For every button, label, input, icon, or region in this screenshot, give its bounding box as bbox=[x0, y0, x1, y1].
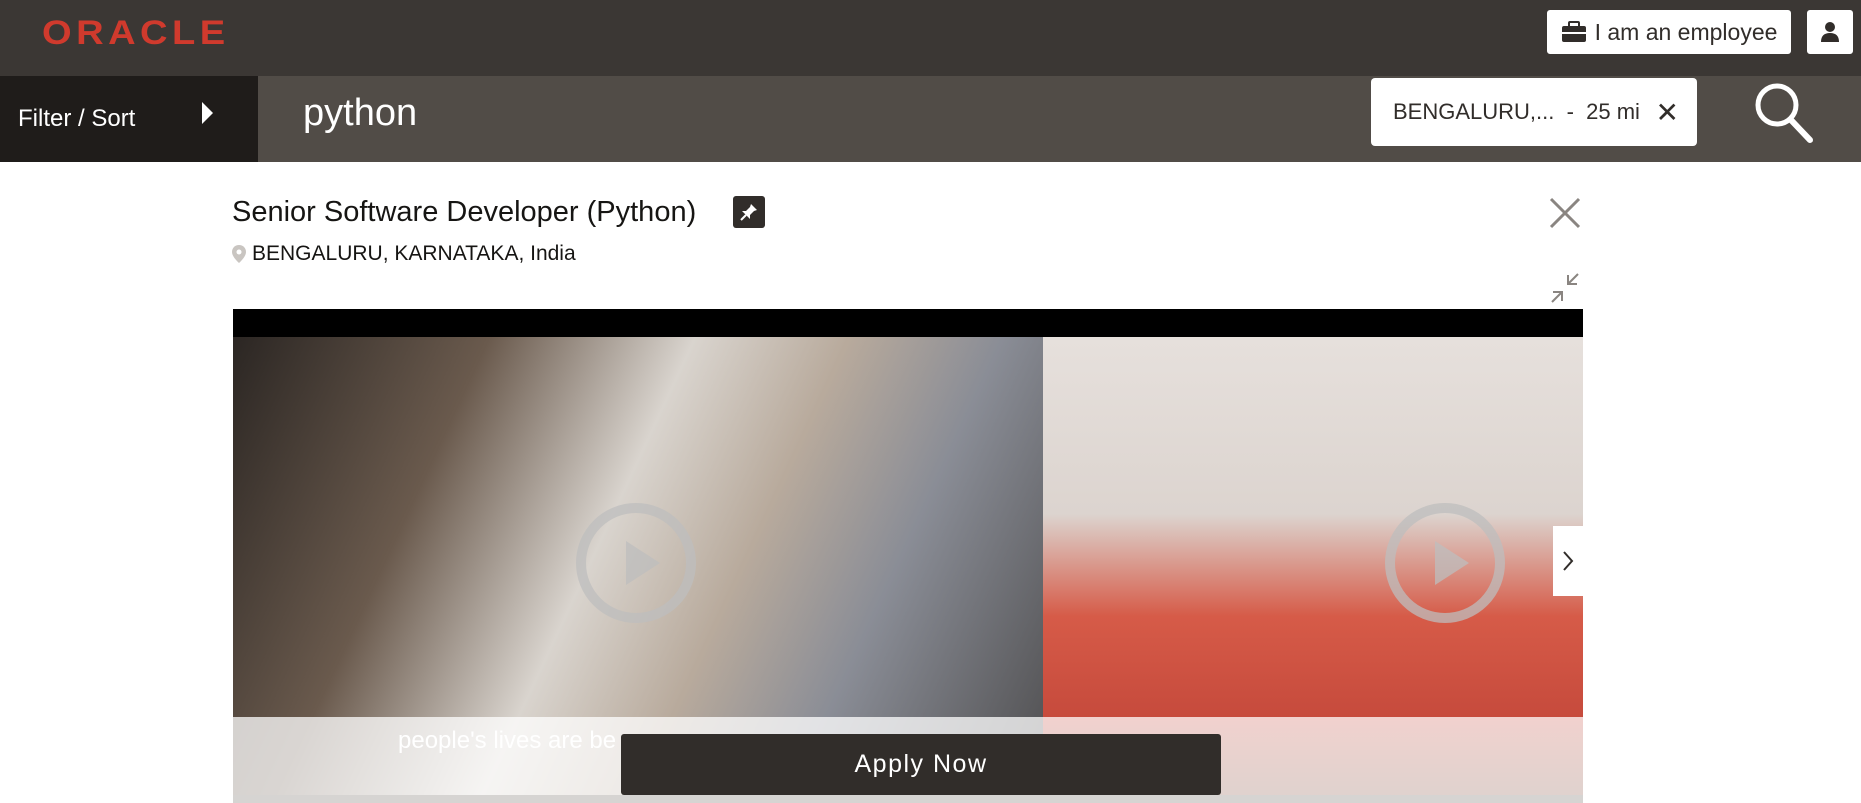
job-location: BENGALURU, KARNATAKA, India bbox=[232, 242, 576, 266]
play-icon[interactable] bbox=[1385, 503, 1505, 623]
employee-button[interactable]: I am an employee bbox=[1547, 10, 1791, 54]
oracle-logo[interactable]: ORACLE bbox=[42, 14, 230, 53]
location-filter-pill[interactable]: BENGALURU,... - 25 mi ✕ bbox=[1371, 78, 1697, 146]
job-location-text: BENGALURU, KARNATAKA, India bbox=[252, 242, 576, 265]
location-filter-label: BENGALURU,... - 25 mi bbox=[1393, 99, 1640, 124]
clear-location-icon[interactable]: ✕ bbox=[1656, 96, 1679, 129]
pin-job-button[interactable] bbox=[733, 196, 765, 228]
user-menu-button[interactable] bbox=[1807, 10, 1853, 54]
search-icon[interactable] bbox=[1752, 80, 1814, 144]
collapse-icon[interactable] bbox=[1551, 273, 1579, 303]
close-icon[interactable] bbox=[1548, 196, 1582, 230]
apply-now-button[interactable]: Apply Now bbox=[621, 734, 1221, 795]
user-icon bbox=[1821, 22, 1839, 42]
employee-button-label: I am an employee bbox=[1594, 18, 1778, 45]
media-carousel: people's lives are be bbox=[233, 309, 1583, 803]
caret-right-icon bbox=[202, 102, 213, 124]
carousel-next-button[interactable] bbox=[1553, 526, 1583, 596]
chevron-right-icon bbox=[1563, 551, 1574, 571]
search-bar: Filter / Sort python BENGALURU,... - 25 … bbox=[0, 76, 1861, 162]
location-pin-icon bbox=[232, 245, 246, 263]
job-title: Senior Software Developer (Python) bbox=[232, 196, 697, 228]
filter-sort-button[interactable]: Filter / Sort bbox=[0, 76, 258, 162]
top-bar: ORACLE I am an employee bbox=[0, 0, 1861, 76]
briefcase-icon bbox=[1561, 21, 1586, 42]
filter-sort-label: Filter / Sort bbox=[18, 105, 136, 132]
search-input[interactable]: python bbox=[303, 92, 417, 135]
play-icon[interactable] bbox=[576, 503, 696, 623]
pin-icon bbox=[740, 204, 757, 221]
video-caption: people's lives are be bbox=[398, 727, 617, 754]
bottom-divider bbox=[233, 795, 1583, 803]
